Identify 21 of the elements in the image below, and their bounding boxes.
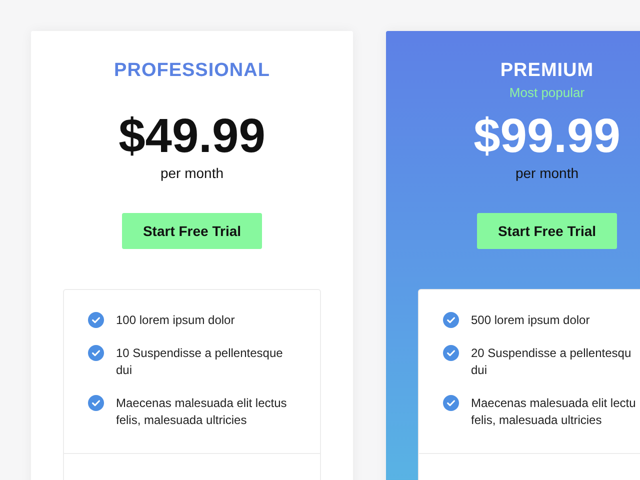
billing-period: per month: [515, 165, 579, 181]
check-icon: [88, 312, 104, 328]
price: $49.99: [118, 111, 266, 163]
check-icon: [443, 395, 459, 411]
check-icon: [88, 345, 104, 361]
feature-text: 20 Suspendisse a pellentesqu dui: [471, 345, 632, 379]
feature-text: 100 lorem ipsum dolor: [116, 312, 235, 329]
check-icon: [443, 312, 459, 328]
feature-text: Maecenas malesuada elit lectu felis, malesuada ultricies: [471, 395, 636, 429]
feature-text: Maecenas malesuada elit lectus felis, malesuada ultricies: [116, 395, 287, 429]
plan-name: PROFESSIONAL: [114, 59, 270, 83]
billing-period: per month: [160, 165, 224, 181]
plan-name: PREMIUM: [500, 59, 594, 83]
check-icon: [443, 345, 459, 361]
trial-button[interactable]: Start Free Trial: [477, 213, 617, 249]
trial-button[interactable]: Start Free Trial: [122, 213, 262, 249]
feature-text: 10 Suspendisse a pellentesque dui: [116, 345, 283, 379]
popular-label: Most popular: [509, 84, 585, 102]
price: $99.99: [474, 111, 620, 163]
feature-text: 500 lorem ipsum dolor: [471, 312, 590, 329]
check-icon: [88, 395, 104, 411]
